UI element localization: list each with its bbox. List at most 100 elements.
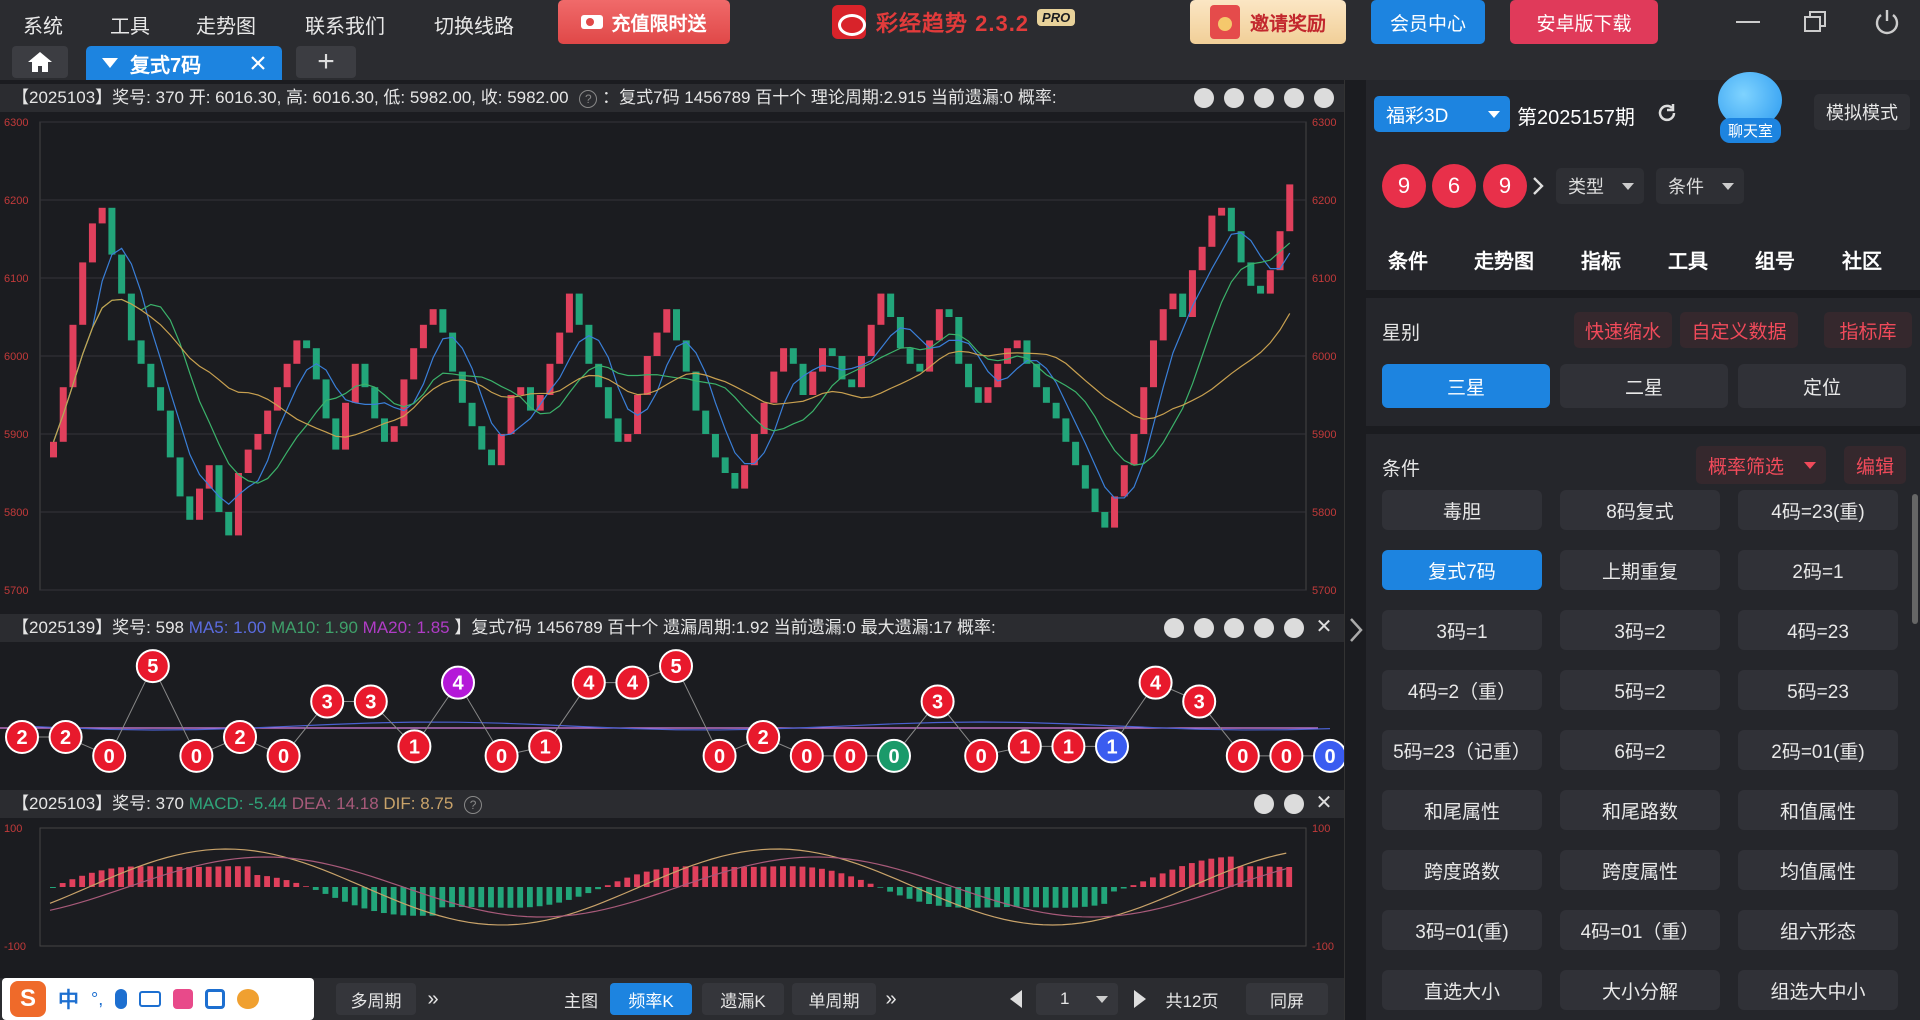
edit-button[interactable]: 编辑 (1844, 446, 1906, 484)
tab-community[interactable]: 社区 (1842, 245, 1882, 274)
close-tab-icon[interactable] (250, 55, 266, 71)
ime-punct[interactable]: °, (91, 989, 103, 1010)
pin-icon[interactable] (1164, 618, 1184, 638)
more-arrows-icon[interactable]: » (420, 983, 446, 1015)
arrow-down-icon[interactable] (1254, 618, 1274, 638)
omission-ball-chart[interactable]: 2 2 0 5 0 2 0 3 3 1 4 0 1 4 4 5 0 2 0 0 0 3 0 1 1 1 4 3 0 0 0 (0, 642, 1344, 786)
omission-k-button[interactable]: 遗漏K (702, 983, 784, 1015)
condition-button[interactable]: 均值属性 (1738, 850, 1898, 890)
sync-screen-button[interactable]: 同屏 (1246, 983, 1328, 1015)
lottery-select[interactable]: 福彩3D (1374, 96, 1510, 132)
condition-button[interactable]: 2码=1 (1738, 550, 1898, 590)
mic-icon[interactable] (115, 989, 128, 1009)
quick-shrink-link[interactable]: 快速缩水 (1574, 312, 1672, 348)
star-three-button[interactable]: 三星 (1382, 364, 1550, 408)
menu-tools[interactable]: 工具 (110, 10, 150, 39)
invite-reward-button[interactable]: 邀请奖励 (1190, 0, 1346, 44)
condition-button[interactable]: 3码=01(重) (1382, 910, 1542, 950)
next-page-icon[interactable] (1134, 990, 1146, 1008)
splitter[interactable] (1344, 80, 1366, 1020)
star-two-button[interactable]: 二星 (1560, 364, 1728, 408)
sogou-icon[interactable]: S (10, 981, 46, 1017)
condition-button[interactable]: 和尾路数 (1560, 790, 1720, 830)
position-button[interactable]: 定位 (1738, 364, 1906, 408)
help-icon[interactable]: ? (464, 795, 483, 814)
condition-button[interactable]: 和尾属性 (1382, 790, 1542, 830)
simulate-mode-button[interactable]: 模拟模式 (1814, 94, 1910, 130)
page-select[interactable]: 1 (1036, 983, 1118, 1015)
condition-button[interactable]: 6码=2 (1560, 730, 1720, 770)
skin-icon[interactable] (173, 989, 194, 1009)
tab-fushi-7ma[interactable]: 复式7码 (86, 46, 282, 80)
arrow-up-icon[interactable] (1224, 618, 1244, 638)
undo-icon[interactable] (1194, 618, 1214, 638)
arrow-down-icon[interactable] (1284, 88, 1304, 108)
condition-select[interactable]: 条件 (1656, 168, 1744, 204)
chat-room-button[interactable]: 聊天室 (1696, 52, 1792, 148)
android-download-button[interactable]: 安卓版下载 (1510, 0, 1658, 44)
type-select[interactable]: 类型 (1556, 168, 1644, 204)
condition-button[interactable]: 4码=23 (1738, 610, 1898, 650)
menu-trend-chart[interactable]: 走势图 (196, 10, 256, 39)
condition-button[interactable]: 8码复式 (1560, 490, 1720, 530)
tab-condition[interactable]: 条件 (1388, 245, 1428, 274)
menu-contact[interactable]: 联系我们 (305, 10, 385, 39)
multi-period-button[interactable]: 多周期 (336, 983, 416, 1015)
home-button[interactable] (12, 46, 68, 78)
member-center-button[interactable]: 会员中心 (1371, 0, 1485, 44)
condition-button[interactable]: 3码=1 (1382, 610, 1542, 650)
compass-icon[interactable] (1194, 88, 1214, 108)
condition-button[interactable]: 上期重复 (1560, 550, 1720, 590)
chevron-down-icon[interactable] (102, 58, 118, 68)
tab-indicator[interactable]: 指标 (1581, 245, 1621, 274)
condition-button[interactable]: 5码=23 (1738, 670, 1898, 710)
arrow-up-icon[interactable] (1254, 88, 1274, 108)
chevron-right-icon[interactable] (1532, 176, 1544, 196)
condition-button[interactable]: 4码=2（重） (1382, 670, 1542, 710)
menu-switch-line[interactable]: 切换线路 (434, 10, 514, 39)
condition-button[interactable]: 4码=23(重) (1738, 490, 1898, 530)
pin-icon[interactable] (1254, 794, 1274, 814)
add-tab-button[interactable]: + (296, 45, 356, 78)
tab-trend[interactable]: 走势图 (1474, 245, 1534, 274)
power-icon[interactable] (1872, 8, 1902, 36)
keyboard-icon[interactable] (139, 991, 162, 1007)
close-icon[interactable]: ✕ (1314, 793, 1334, 814)
restore-icon[interactable] (1800, 8, 1830, 36)
frequency-k-button[interactable]: 频率K (610, 983, 692, 1015)
condition-button[interactable]: 2码=01(重) (1738, 730, 1898, 770)
condition-button[interactable]: 组选大中小 (1738, 970, 1898, 1010)
undo-icon[interactable] (1224, 88, 1244, 108)
condition-button[interactable]: 跨度属性 (1560, 850, 1720, 890)
condition-button[interactable]: 和值属性 (1738, 790, 1898, 830)
chevron-right-icon[interactable] (1345, 615, 1367, 645)
menu-system[interactable]: 系统 (23, 10, 63, 39)
settings-icon[interactable] (1284, 794, 1304, 814)
scrollbar[interactable] (1912, 494, 1918, 624)
tab-tools[interactable]: 工具 (1668, 245, 1708, 274)
main-chart-label[interactable]: 主图 (556, 983, 606, 1015)
apps-icon[interactable] (205, 989, 226, 1009)
settings-icon[interactable] (1284, 618, 1304, 638)
single-period-button[interactable]: 单周期 (792, 983, 876, 1015)
prev-page-icon[interactable] (1010, 990, 1022, 1008)
condition-button[interactable]: 5码=2 (1560, 670, 1720, 710)
kline-chart[interactable]: 6300 6300 6200 6200 6100 6100 6000 6000 5900 5900… (0, 112, 1344, 612)
close-icon[interactable]: ✕ (1314, 617, 1334, 638)
tab-group-number[interactable]: 组号 (1755, 245, 1795, 274)
condition-button[interactable]: 大小分解 (1560, 970, 1720, 1010)
help-icon[interactable]: ? (579, 89, 598, 108)
condition-button[interactable]: 3码=2 (1560, 610, 1720, 650)
more-arrows-icon[interactable]: » (878, 983, 904, 1015)
probability-filter-select[interactable]: 概率筛选 (1696, 446, 1826, 484)
refresh-icon[interactable] (1656, 102, 1678, 124)
condition-button[interactable]: 直选大小 (1382, 970, 1542, 1010)
condition-button[interactable]: 5码=23（记重） (1382, 730, 1542, 770)
ime-lang[interactable]: 中 (58, 984, 79, 1014)
condition-button[interactable]: 复式7码 (1382, 550, 1542, 590)
settings-icon[interactable] (1314, 88, 1334, 108)
custom-data-link[interactable]: 自定义数据 (1680, 312, 1798, 348)
condition-button[interactable]: 跨度路数 (1382, 850, 1542, 890)
macd-chart[interactable]: 100 100 -100 -100 (0, 818, 1344, 976)
recharge-promo-button[interactable]: 充值限时送 (558, 0, 730, 44)
